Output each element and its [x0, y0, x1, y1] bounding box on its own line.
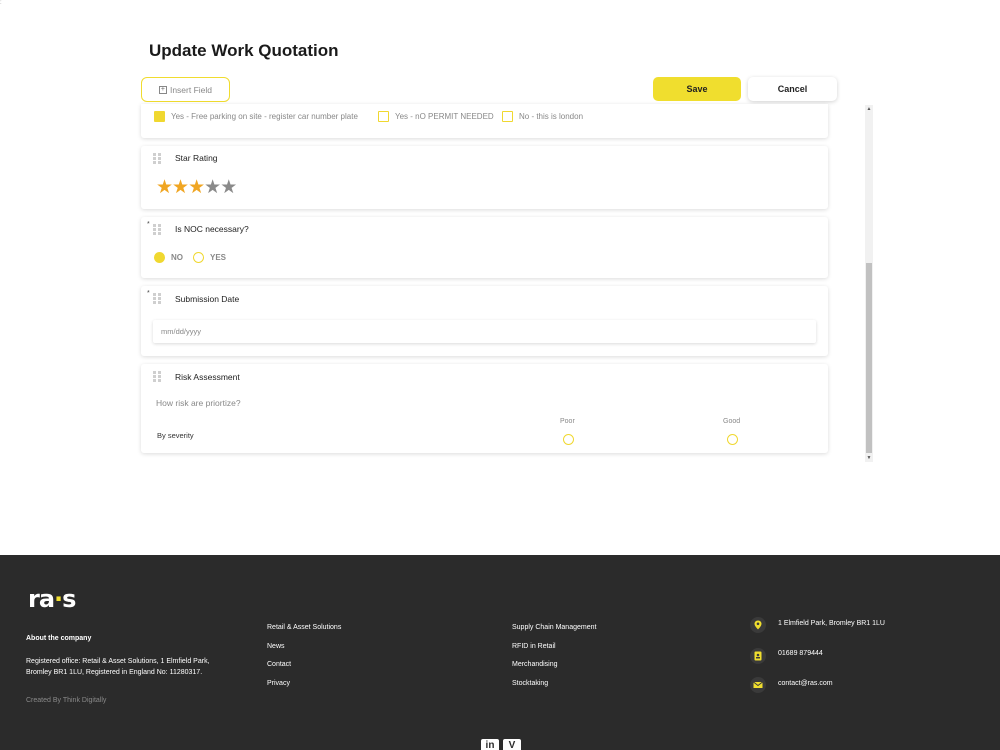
email-icon: [750, 677, 766, 693]
drag-handle-icon[interactable]: [153, 153, 161, 164]
star-2-icon[interactable]: ★: [172, 178, 189, 197]
risk-question: How risk are priortize?: [156, 398, 241, 408]
page-title: Update Work Quotation: [149, 41, 339, 60]
scrollbar[interactable]: ▲ ▼: [865, 105, 873, 462]
phone-book-icon: [750, 648, 766, 664]
drag-handle-icon[interactable]: [153, 224, 161, 235]
parking-option-label-3: No - this is london: [519, 112, 584, 121]
submission-date-input[interactable]: mm/dd/yyyy: [153, 320, 816, 343]
noc-option-no-radio[interactable]: [154, 252, 165, 263]
required-mark: *: [147, 290, 150, 297]
severity-poor-radio[interactable]: [563, 434, 574, 445]
submission-date-card: * Submission Date mm/dd/yyyy: [141, 286, 828, 356]
parking-option-label-2: Yes - nO PERMIT NEEDED: [395, 112, 494, 121]
insert-field-label: Insert Field: [169, 84, 213, 95]
column-header-poor: Poor: [560, 418, 575, 425]
plus-box-icon: +: [158, 85, 167, 94]
noc-option-yes-label: YES: [210, 253, 227, 262]
location-pin-icon: [750, 617, 766, 633]
severity-good-radio[interactable]: [727, 434, 738, 445]
risk-assessment-card: Risk Assessment How risk are priortize? …: [141, 364, 828, 453]
star-1-icon[interactable]: ★: [156, 178, 173, 197]
parking-option-label-1: Yes - Free parking on site - register ca…: [171, 112, 358, 121]
insert-field-button[interactable]: + Insert Field: [141, 77, 230, 102]
required-mark: *: [147, 221, 150, 228]
created-by-link[interactable]: Created By Think Digitally: [26, 697, 106, 704]
star-4-icon[interactable]: ★: [204, 178, 221, 197]
noc-label: Is NOC necessary?: [175, 224, 249, 234]
star-rating-label: Star Rating: [175, 153, 218, 163]
save-button[interactable]: Save: [653, 77, 741, 101]
ras-logo[interactable]: ra·s: [28, 585, 76, 613]
logo-text-b: s: [62, 585, 76, 613]
column-header-good: Good: [723, 418, 741, 425]
corner-mark: :: [0, 0, 2, 6]
logo-dot: ·: [54, 585, 63, 613]
contact-phone: 01689 879444: [778, 650, 823, 657]
star-3-icon[interactable]: ★: [188, 178, 205, 197]
contact-email[interactable]: contact@ras.com: [778, 680, 833, 687]
footer-link-contact[interactable]: Contact: [267, 661, 291, 668]
row-label-severity: By severity: [157, 431, 194, 440]
footer: ra·s About the company Registered office…: [0, 555, 1000, 750]
footer-link-rfid[interactable]: RFID in Retail: [512, 643, 556, 650]
scroll-down-arrow-icon[interactable]: ▼: [865, 454, 873, 462]
star-5-icon[interactable]: ★: [220, 178, 237, 197]
drag-handle-icon[interactable]: [153, 293, 161, 304]
star-rating-card: Star Rating ★★★★★: [141, 146, 828, 209]
footer-link-privacy[interactable]: Privacy: [267, 680, 290, 687]
scroll-thumb[interactable]: [866, 263, 872, 453]
linkedin-icon[interactable]: in: [481, 739, 499, 750]
footer-link-supply-chain[interactable]: Supply Chain Management: [512, 624, 596, 631]
noc-option-no-label: NO: [171, 253, 183, 262]
parking-option-checkbox-2[interactable]: [378, 111, 389, 122]
contact-address: 1 Elmfield Park, Bromley BR1 1LU: [778, 620, 885, 627]
parking-option-checkbox-1[interactable]: [154, 111, 165, 122]
about-heading: About the company: [26, 635, 92, 642]
footer-link-retail-asset-solutions[interactable]: Retail & Asset Solutions: [267, 624, 341, 631]
noc-option-yes-radio[interactable]: [193, 252, 204, 263]
cancel-button[interactable]: Cancel: [748, 77, 837, 101]
risk-assessment-label: Risk Assessment: [175, 372, 240, 382]
submission-date-label: Submission Date: [175, 294, 240, 304]
footer-link-stocktaking[interactable]: Stocktaking: [512, 680, 548, 687]
scroll-up-arrow-icon[interactable]: ▲: [865, 105, 873, 113]
noc-card: * Is NOC necessary? NO YES: [141, 217, 828, 278]
logo-text-a: ra: [28, 585, 55, 613]
drag-handle-icon[interactable]: [153, 371, 161, 382]
page: : Update Work Quotation + Insert Field S…: [0, 0, 1000, 750]
footer-link-merchandising[interactable]: Merchandising: [512, 661, 558, 668]
parking-field-card: [141, 104, 828, 138]
footer-link-news[interactable]: News: [267, 643, 285, 650]
about-text: Registered office: Retail & Asset Soluti…: [26, 658, 210, 676]
vimeo-icon[interactable]: V: [503, 739, 521, 750]
parking-option-checkbox-3[interactable]: [502, 111, 513, 122]
star-rating-stars: ★★★★★: [156, 178, 237, 197]
